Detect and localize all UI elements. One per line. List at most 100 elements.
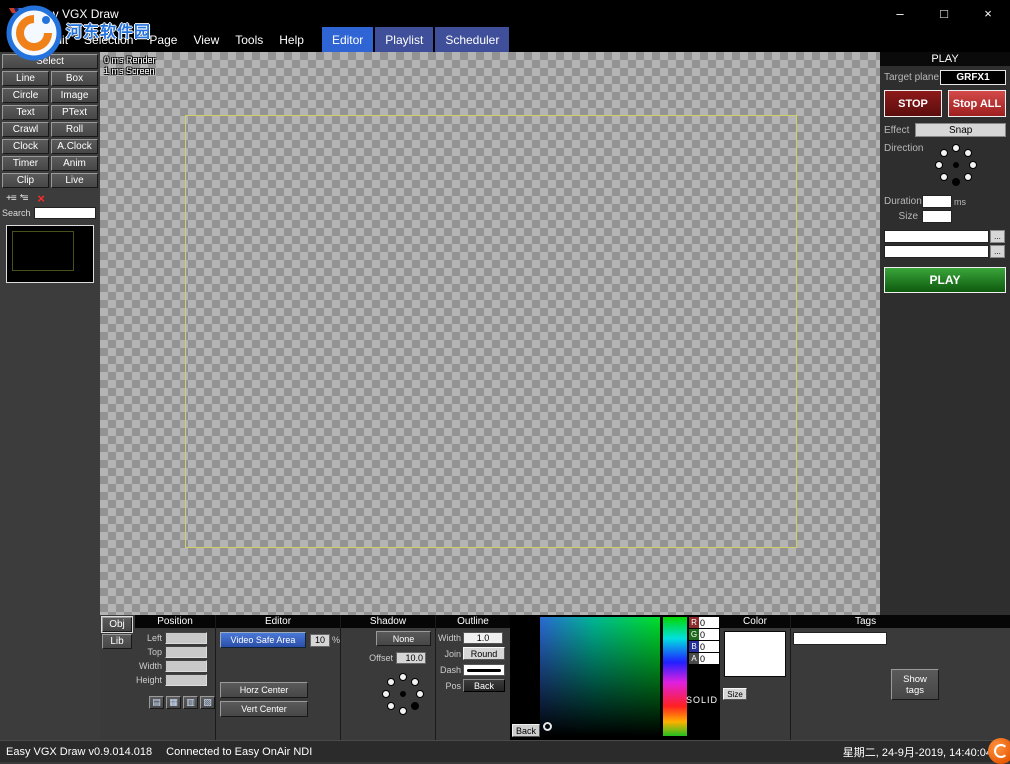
direction-dot[interactable] <box>969 161 977 169</box>
obj-tab-button[interactable]: Obj <box>102 617 132 632</box>
direction-dot[interactable] <box>964 149 972 157</box>
color-gradient[interactable] <box>540 617 660 736</box>
tab-editor[interactable]: Editor <box>322 27 373 52</box>
video-safe-area-button[interactable]: Video Safe Area <box>220 632 306 648</box>
add-item-icon[interactable]: +≡ <box>6 193 16 204</box>
tool-timer-button[interactable]: Timer <box>2 156 49 171</box>
horz-center-button[interactable]: Horz Center <box>220 682 308 698</box>
tool-clip-button[interactable]: Clip <box>2 173 49 188</box>
maximize-button[interactable]: □ <box>922 0 966 27</box>
menu-item-edit[interactable]: Edit <box>39 27 76 52</box>
channel-b-input[interactable] <box>699 641 719 652</box>
browse-button[interactable]: ... <box>990 245 1005 258</box>
preview-thumbnail[interactable] <box>6 225 94 283</box>
solid-mode-label[interactable]: SOLID <box>680 695 724 705</box>
shadow-direction-dot[interactable] <box>411 678 419 686</box>
delete-item-icon[interactable]: × <box>37 191 44 206</box>
preset-input[interactable] <box>884 230 989 243</box>
menu-item-page[interactable]: Page <box>141 27 185 52</box>
preset-input[interactable] <box>884 245 989 258</box>
tool-box-button[interactable]: Box <box>51 71 98 86</box>
color-size-button[interactable]: Size <box>723 688 747 700</box>
direction-dot[interactable] <box>952 178 960 186</box>
shadow-direction-dot[interactable] <box>416 690 424 698</box>
safe-area-percent-input[interactable] <box>310 634 330 647</box>
tool-clock-button[interactable]: Clock <box>2 139 49 154</box>
menu-item-tools[interactable]: Tools <box>227 27 271 52</box>
shadow-direction-selector[interactable] <box>381 672 425 716</box>
shadow-mode-button[interactable]: None <box>376 631 431 646</box>
direction-dot[interactable] <box>964 173 972 181</box>
align-icon-3[interactable]: ▥ <box>183 696 198 709</box>
left-input[interactable] <box>165 632 207 644</box>
shadow-direction-dot[interactable] <box>399 707 407 715</box>
channel-r-input[interactable] <box>699 617 719 628</box>
title-bar: Easy VGX Draw – □ × <box>0 0 1010 27</box>
outline-join-button[interactable]: Round <box>463 647 505 660</box>
tool-anim-button[interactable]: Anim <box>51 156 98 171</box>
connection-status-text: Connected to Easy OnAir NDI <box>166 746 312 758</box>
search-input[interactable] <box>34 207 96 219</box>
current-color-swatch[interactable] <box>724 631 786 677</box>
shadow-direction-dot[interactable] <box>382 690 390 698</box>
stop-button[interactable]: STOP <box>884 90 942 117</box>
tool-line-button[interactable]: Line <box>2 71 49 86</box>
stop-all-button[interactable]: Stop ALL <box>948 90 1006 117</box>
tool-live-button[interactable]: Live <box>51 173 98 188</box>
direction-dot[interactable] <box>940 173 948 181</box>
tool-ptext-button[interactable]: PText <box>51 105 98 120</box>
align-icon-1[interactable]: ▤ <box>149 696 164 709</box>
align-icon-4[interactable]: ▧ <box>200 696 215 709</box>
menu-item-selection[interactable]: Selection <box>76 27 141 52</box>
duration-input[interactable] <box>922 195 952 208</box>
direction-selector[interactable] <box>934 143 978 187</box>
minimize-button[interactable]: – <box>878 0 922 27</box>
menu-item-help[interactable]: Help <box>271 27 312 52</box>
hue-bar[interactable] <box>663 617 687 736</box>
tab-scheduler[interactable]: Scheduler <box>435 27 509 52</box>
tool-roll-button[interactable]: Roll <box>51 122 98 137</box>
shadow-direction-center-dot[interactable] <box>400 691 406 697</box>
shadow-direction-dot[interactable] <box>411 702 419 710</box>
outline-width-input[interactable] <box>463 632 503 644</box>
top-input[interactable] <box>165 646 207 658</box>
align-icon-2[interactable]: ▦ <box>166 696 181 709</box>
size-input[interactable] <box>922 210 952 223</box>
new-item-icon[interactable]: *≡ <box>20 193 28 204</box>
tool-circle-button[interactable]: Circle <box>2 88 49 103</box>
tab-playlist[interactable]: Playlist <box>375 27 433 52</box>
height-input[interactable] <box>165 674 207 686</box>
menu-item-view[interactable]: View <box>185 27 227 52</box>
tool-image-button[interactable]: Image <box>51 88 98 103</box>
shadow-direction-dot[interactable] <box>387 702 395 710</box>
outline-dash-preview[interactable] <box>463 664 505 676</box>
tags-input[interactable] <box>793 632 887 645</box>
width-input[interactable] <box>165 660 207 672</box>
direction-dot[interactable] <box>940 149 948 157</box>
browse-button[interactable]: ... <box>990 230 1005 243</box>
shadow-direction-dot[interactable] <box>399 673 407 681</box>
direction-dot[interactable] <box>952 144 960 152</box>
channel-a-input[interactable] <box>699 653 719 664</box>
shadow-offset-input[interactable] <box>396 652 426 664</box>
direction-dot[interactable] <box>935 161 943 169</box>
menu-item-file[interactable]: File <box>4 27 39 52</box>
vert-center-button[interactable]: Vert Center <box>220 701 308 717</box>
tool-select-button[interactable]: Select <box>2 54 98 69</box>
outline-pos-button[interactable]: Back <box>463 679 505 692</box>
direction-center-dot[interactable] <box>953 162 959 168</box>
target-plane-button[interactable]: GRFX1 <box>940 70 1006 85</box>
tool-text-button[interactable]: Text <box>2 105 49 120</box>
play-button[interactable]: PLAY <box>884 267 1006 293</box>
channel-g-input[interactable] <box>699 629 719 640</box>
outline-pos-label: Pos <box>436 681 463 691</box>
shadow-direction-dot[interactable] <box>387 678 395 686</box>
effect-snap-button[interactable]: Snap <box>915 123 1006 137</box>
color-back-button[interactable]: Back <box>512 724 540 737</box>
lib-tab-button[interactable]: Lib <box>102 634 132 649</box>
tool-crawl-button[interactable]: Crawl <box>2 122 49 137</box>
tool-aclock-button[interactable]: A.Clock <box>51 139 98 154</box>
show-tags-button[interactable]: Show tags <box>891 669 939 700</box>
close-button[interactable]: × <box>966 0 1010 27</box>
canvas-area[interactable]: 0 ms Render 1 ms Screen <box>100 52 880 615</box>
